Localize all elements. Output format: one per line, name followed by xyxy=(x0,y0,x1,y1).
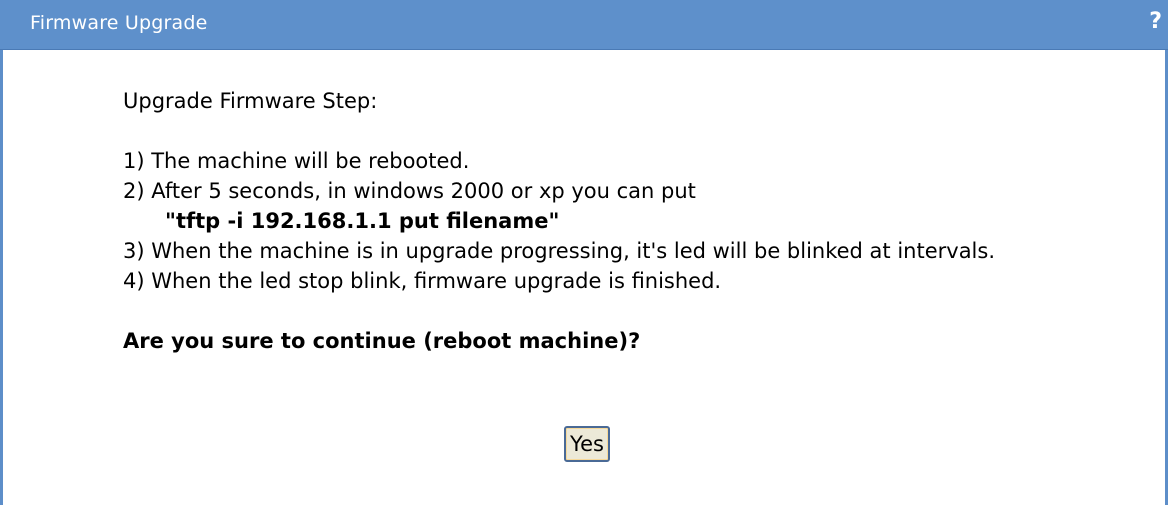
instructions-heading: Upgrade Firmware Step: xyxy=(123,89,378,113)
step-2: 2) After 5 seconds, in windows 2000 or x… xyxy=(123,176,1083,236)
confirm-question: Are you sure to continue (reboot machine… xyxy=(123,329,641,353)
panel-titlebar: Firmware Upgrade ? xyxy=(0,0,1168,50)
step-2-text: 2) After 5 seconds, in windows 2000 or x… xyxy=(123,179,696,203)
button-row: Yes xyxy=(3,426,1168,462)
yes-button[interactable]: Yes xyxy=(564,426,610,462)
step-1: 1) The machine will be rebooted. xyxy=(123,149,470,173)
firmware-upgrade-panel: Firmware Upgrade ? Upgrade Firmware Step… xyxy=(0,0,1168,505)
tftp-command: "tftp -i 192.168.1.1 put filename" xyxy=(165,209,560,233)
panel-title: Firmware Upgrade xyxy=(30,12,208,34)
help-icon[interactable]: ? xyxy=(1149,9,1162,34)
step-4: 4) When the led stop blink, firmware upg… xyxy=(123,269,722,293)
instructions: Upgrade Firmware Step: 1) The machine wi… xyxy=(123,86,1083,356)
step-3: 3) When the machine is in upgrade progre… xyxy=(123,239,996,263)
